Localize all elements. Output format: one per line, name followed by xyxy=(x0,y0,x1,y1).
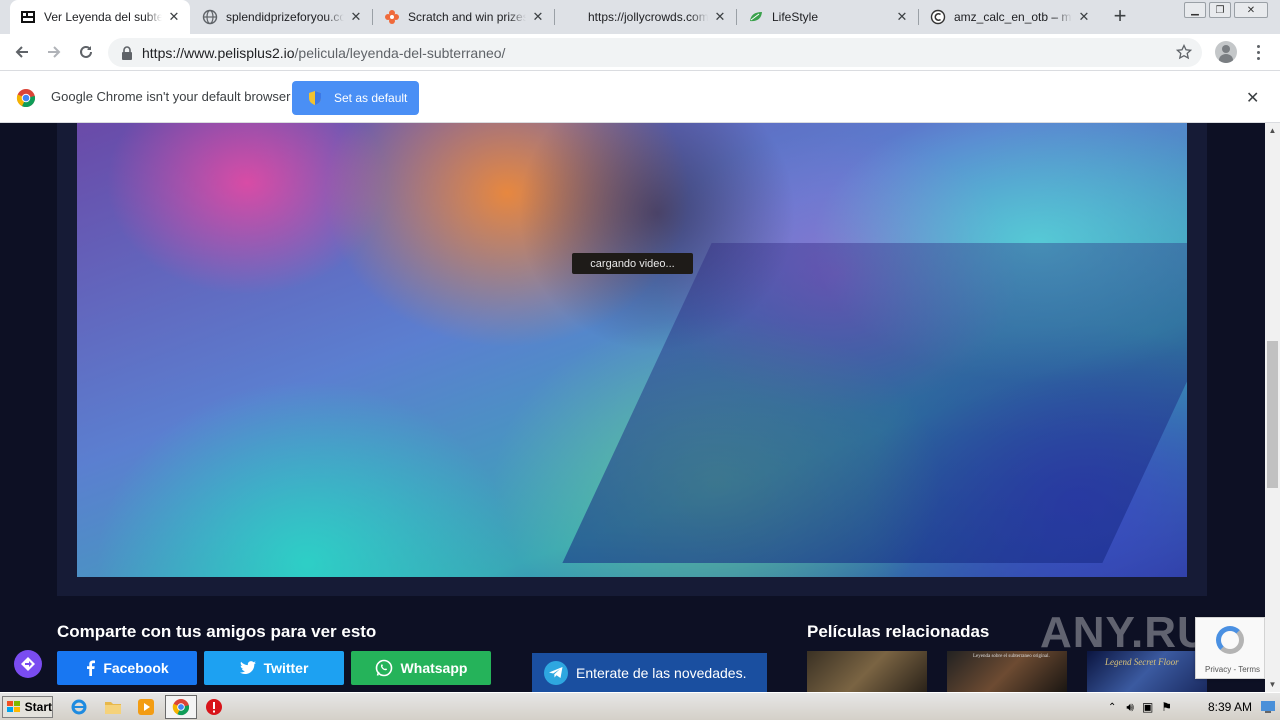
bookmark-star-icon[interactable] xyxy=(1175,43,1193,65)
diamond-arrow-icon xyxy=(21,657,35,671)
set-as-default-label: Set as default xyxy=(334,91,408,105)
tab-title: Scratch and win prizes e xyxy=(408,10,526,24)
taskbar-clock[interactable]: 8:39 AM xyxy=(1208,700,1252,714)
back-button[interactable] xyxy=(9,39,35,65)
film-icon xyxy=(20,9,36,25)
whatsapp-share-button[interactable]: Whatsapp xyxy=(351,651,491,685)
back-arrow-icon xyxy=(15,46,28,58)
floating-diamond-button[interactable] xyxy=(14,650,42,678)
profile-avatar-icon[interactable] xyxy=(1215,41,1237,63)
minimize-button[interactable]: ▁ xyxy=(1184,2,1206,18)
flag-icon[interactable]: ⚑ xyxy=(1161,700,1172,714)
twitter-bird-icon xyxy=(239,661,256,674)
globe-icon xyxy=(202,9,218,25)
forward-arrow-icon xyxy=(48,46,61,58)
c-logo-icon xyxy=(930,9,946,25)
tray-expand-icon[interactable]: ⌃ xyxy=(1108,702,1116,713)
close-icon[interactable]: ✕ xyxy=(348,9,364,25)
browser-toolbar: https://www.pelisplus2.io/pelicula/leyen… xyxy=(0,34,1280,71)
tab-title: amz_calc_en_otb – mysi xyxy=(954,10,1072,24)
tab-title: LifeStyle xyxy=(772,10,819,24)
reload-icon xyxy=(80,45,92,58)
url-text: https://www.pelisplus2.io/pelicula/leyen… xyxy=(142,45,505,61)
stop-icon[interactable] xyxy=(204,697,224,717)
volume-icon[interactable]: 🔊︎ xyxy=(1126,700,1134,715)
loading-status: cargando video... xyxy=(572,253,693,274)
tab-separator xyxy=(372,9,373,25)
video-player[interactable] xyxy=(77,123,1187,577)
windows-logo-icon xyxy=(7,701,20,712)
windows-taskbar: Start ⌃ 🔊︎ ▣ ⚑ 8:39 AM xyxy=(0,692,1280,720)
tab-lifestyle[interactable]: LifeStyle ✕ xyxy=(738,0,918,34)
restore-button[interactable]: ❐ xyxy=(1209,2,1231,18)
infobar-message: Google Chrome isn't your default browser xyxy=(51,89,291,104)
infobar-close-icon[interactable]: ✕ xyxy=(1246,88,1259,108)
new-tab-button[interactable]: + xyxy=(1108,5,1132,29)
related-movies-title: Películas relacionadas xyxy=(807,622,990,641)
start-label: Start xyxy=(24,700,52,714)
twitter-share-button[interactable]: Twitter xyxy=(204,651,344,685)
tab-jollycrowds[interactable]: https://jollycrowds.com/ ✕ xyxy=(556,0,736,34)
whatsapp-label: Whatsapp xyxy=(400,660,468,676)
tab-ver-leyenda[interactable]: Ver Leyenda del subterraneo ✕ xyxy=(10,0,190,34)
share-title: Comparte con tus amigos para ver esto xyxy=(57,622,377,641)
network-icon[interactable]: ▣ xyxy=(1142,700,1153,714)
ie-icon[interactable] xyxy=(69,697,89,717)
url-host: https://www.pelisplus2.io xyxy=(142,44,295,61)
vertical-scrollbar[interactable]: ▲ ▼ xyxy=(1265,123,1280,692)
reload-button[interactable] xyxy=(73,39,99,65)
facebook-label: Facebook xyxy=(103,660,169,676)
tab-amz-calc[interactable]: amz_calc_en_otb – mysi ✕ xyxy=(920,0,1100,34)
tab-strip: Ver Leyenda del subterraneo ✕ splendidpr… xyxy=(0,0,1280,34)
tab-title: https://jollycrowds.com/ xyxy=(588,10,708,24)
recaptcha-badge[interactable]: Privacy - Terms xyxy=(1195,617,1265,679)
tab-title: splendidprizeforyou.com xyxy=(226,10,344,24)
leaf-icon xyxy=(748,9,764,25)
tab-title: Ver Leyenda del subterraneo xyxy=(44,10,162,24)
facebook-icon xyxy=(87,660,96,676)
flower-icon xyxy=(384,9,400,25)
facebook-share-button[interactable]: Facebook xyxy=(57,651,197,685)
recaptcha-logo-icon xyxy=(1216,626,1244,654)
set-as-default-button[interactable]: Set as default xyxy=(292,81,419,115)
scroll-up-arrow-icon[interactable]: ▲ xyxy=(1265,123,1280,138)
close-icon[interactable]: ✕ xyxy=(530,9,546,25)
page-content: cargando video... Comparte con tus amigo… xyxy=(0,123,1265,692)
tab-separator xyxy=(918,9,919,25)
related-movie-thumbnail[interactable] xyxy=(807,651,927,692)
show-desktop-icon[interactable] xyxy=(1259,697,1277,717)
close-icon[interactable]: ✕ xyxy=(166,9,182,25)
media-player-icon[interactable] xyxy=(136,697,156,717)
menu-kebab-icon[interactable] xyxy=(1250,39,1266,65)
scroll-thumb[interactable] xyxy=(1267,341,1278,488)
folder-icon[interactable] xyxy=(103,697,123,717)
tab-splendidprize[interactable]: splendidprizeforyou.com ✕ xyxy=(192,0,372,34)
chrome-icon xyxy=(171,697,191,717)
whatsapp-icon xyxy=(375,659,392,677)
twitter-label: Twitter xyxy=(263,660,309,676)
thumbnail-caption: Legend Secret Floor xyxy=(1105,657,1179,667)
chrome-logo-icon xyxy=(16,88,36,113)
uac-shield-icon xyxy=(308,90,322,106)
scroll-down-arrow-icon[interactable]: ▼ xyxy=(1265,677,1280,692)
url-path: /pelicula/leyenda-del-subterraneo/ xyxy=(294,44,506,61)
telegram-banner[interactable]: Enterate de las novedades. xyxy=(532,653,767,692)
screen: Ver Leyenda del subterraneo ✕ splendidpr… xyxy=(0,0,1280,720)
lock-icon xyxy=(120,45,134,60)
start-button[interactable]: Start xyxy=(2,696,53,718)
telegram-text: Enterate de las novedades. xyxy=(576,664,747,681)
close-icon[interactable]: ✕ xyxy=(1076,9,1092,25)
close-icon[interactable]: ✕ xyxy=(894,9,910,25)
forward-button[interactable] xyxy=(41,39,67,65)
close-icon[interactable]: ✕ xyxy=(712,9,728,25)
address-bar[interactable]: https://www.pelisplus2.io/pelicula/leyen… xyxy=(108,38,1202,67)
tab-separator xyxy=(554,9,555,25)
tab-separator xyxy=(736,9,737,25)
default-browser-infobar: Google Chrome isn't your default browser… xyxy=(0,71,1280,123)
window-close-button[interactable]: ✕ xyxy=(1234,2,1268,18)
telegram-icon xyxy=(544,660,568,685)
tab-scratch-win[interactable]: Scratch and win prizes e ✕ xyxy=(374,0,554,34)
recaptcha-links[interactable]: Privacy - Terms xyxy=(1196,665,1264,674)
